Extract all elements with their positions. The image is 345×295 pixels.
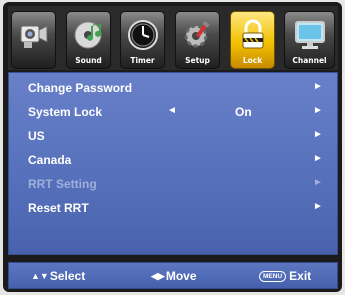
menu-item-rrt-setting: RRT Setting ► bbox=[9, 174, 337, 194]
help-select-label: Select bbox=[49, 269, 86, 283]
camcorder-icon bbox=[20, 25, 47, 48]
tab-timer[interactable]: Timer bbox=[120, 11, 165, 69]
tab-label: Lock bbox=[242, 56, 263, 65]
tab-label: Channel bbox=[292, 56, 327, 65]
arrow-right-icon: ► bbox=[313, 129, 323, 140]
menu-item-reset-rrt[interactable]: Reset RRT ► bbox=[9, 198, 337, 218]
arrow-right-icon[interactable]: ► bbox=[313, 105, 323, 116]
padlock-icon bbox=[242, 19, 263, 49]
help-exit-label: Exit bbox=[289, 269, 312, 283]
menu-item-label: RRT Setting bbox=[28, 177, 97, 191]
tab-label: Setup bbox=[185, 56, 210, 65]
help-exit: MENU Exit bbox=[259, 269, 311, 283]
tab-setup[interactable]: Setup bbox=[175, 11, 220, 69]
monitor-icon bbox=[294, 21, 325, 49]
menu-item-label: Change Password bbox=[28, 81, 133, 95]
tab-label: Sound bbox=[75, 56, 102, 65]
menu-item-us[interactable]: US ► bbox=[9, 126, 337, 146]
menu-item-label: Reset RRT bbox=[28, 201, 89, 215]
menu-item-label: Canada bbox=[28, 153, 72, 167]
tab-channel[interactable]: Channel bbox=[284, 11, 335, 69]
tab-picture[interactable] bbox=[11, 11, 56, 69]
arrow-right-icon: ► bbox=[313, 81, 323, 92]
arrow-right-icon: ► bbox=[313, 153, 323, 164]
menu-item-change-password[interactable]: Change Password ► bbox=[9, 78, 337, 98]
help-select: ▲▼Select bbox=[31, 269, 85, 283]
menu-item-label: System Lock bbox=[28, 105, 103, 119]
gear-setup-icon bbox=[184, 20, 210, 48]
menu-key-icon: MENU bbox=[259, 271, 287, 282]
clock-icon bbox=[127, 20, 158, 50]
tab-sound[interactable]: Sound bbox=[66, 11, 111, 69]
help-move: ◀▶Move bbox=[151, 269, 197, 283]
tab-label: Timer bbox=[130, 56, 155, 65]
lock-menu-panel: Change Password ► System Lock ◄ On ► US … bbox=[8, 72, 338, 255]
help-move-label: Move bbox=[165, 269, 197, 283]
tab-bar: Sound Timer Setup Lock Channel bbox=[8, 6, 338, 70]
help-bar: ▲▼Select ◀▶Move MENU Exit bbox=[8, 262, 338, 289]
arrow-left-icon[interactable]: ◄ bbox=[167, 105, 177, 116]
left-right-buttons-icon: ◀▶ bbox=[151, 271, 165, 281]
menu-item-system-lock[interactable]: System Lock ◄ On ► bbox=[9, 102, 337, 122]
menu-item-label: US bbox=[28, 129, 45, 143]
menu-item-canada[interactable]: Canada ► bbox=[9, 150, 337, 170]
arrow-right-icon: ► bbox=[313, 201, 323, 212]
up-down-buttons-icon: ▲▼ bbox=[31, 271, 49, 281]
tv-osd-screen: Sound Timer Setup Lock Channel Change Pa… bbox=[3, 2, 342, 292]
arrow-right-icon: ► bbox=[313, 177, 323, 188]
music-cd-icon bbox=[74, 21, 101, 49]
tab-lock[interactable]: Lock bbox=[230, 11, 275, 69]
system-lock-value: On bbox=[235, 105, 252, 119]
